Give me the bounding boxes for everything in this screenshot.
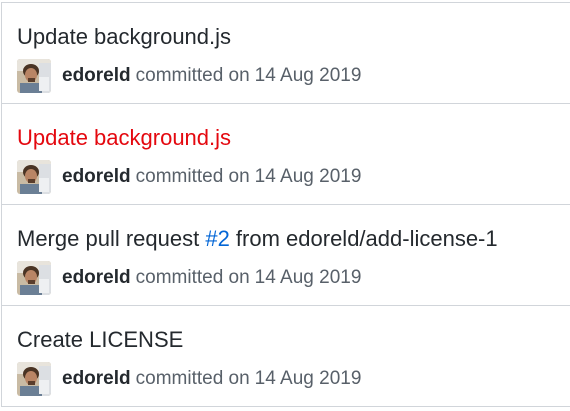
commit-action-text: committed on [135,267,250,288]
commit-action-text: committed on [135,166,250,187]
commit-title-link[interactable]: Merge pull request [17,226,205,251]
commit-meta: edoreld committed on 14 Aug 2019 [17,160,361,194]
commit-title-link[interactable]: Update background.js [17,23,231,51]
commit-date: 14 Aug 2019 [254,267,362,288]
commit-meta: edoreld committed on 14 Aug 2019 [17,362,361,396]
commit-author-link[interactable]: edoreld [62,166,131,188]
commit-date: 14 Aug 2019 [254,65,362,86]
commit-title-link[interactable]: Update background.js [17,124,231,152]
user-avatar-icon[interactable] [17,160,51,194]
pull-request-link[interactable]: #2 [205,226,229,251]
commit-meta: edoreld committed on 14 Aug 2019 [17,59,361,93]
commit-author-link[interactable]: edoreld [62,368,131,390]
user-avatar-icon[interactable] [17,59,51,93]
user-avatar-icon[interactable] [17,362,51,396]
commit-author-link[interactable]: edoreld [62,65,131,87]
commit-item: Merge pull request #2 from edoreld/add-l… [2,205,570,306]
commit-author-link[interactable]: edoreld [62,267,131,289]
user-avatar-icon[interactable] [17,261,51,295]
commit-title-link-suffix[interactable]: from edoreld/add-license-1 [230,226,498,251]
commit-meta: edoreld committed on 14 Aug 2019 [17,261,361,295]
commit-date: 14 Aug 2019 [254,166,362,187]
commit-item: Create LICENSE edoreld committed on 14 A… [2,306,570,407]
commit-list: Update background.js edoreld committed o… [1,2,570,407]
commit-action-text: committed on [135,368,250,389]
commit-title: Merge pull request #2 from edoreld/add-l… [17,225,498,253]
commit-item: Update background.js edoreld committed o… [2,3,570,104]
commit-action-text: committed on [135,65,250,86]
commit-title-link[interactable]: Create LICENSE [17,326,183,354]
commit-date: 14 Aug 2019 [254,368,362,389]
commit-item: Update background.js edoreld committed o… [2,104,570,205]
